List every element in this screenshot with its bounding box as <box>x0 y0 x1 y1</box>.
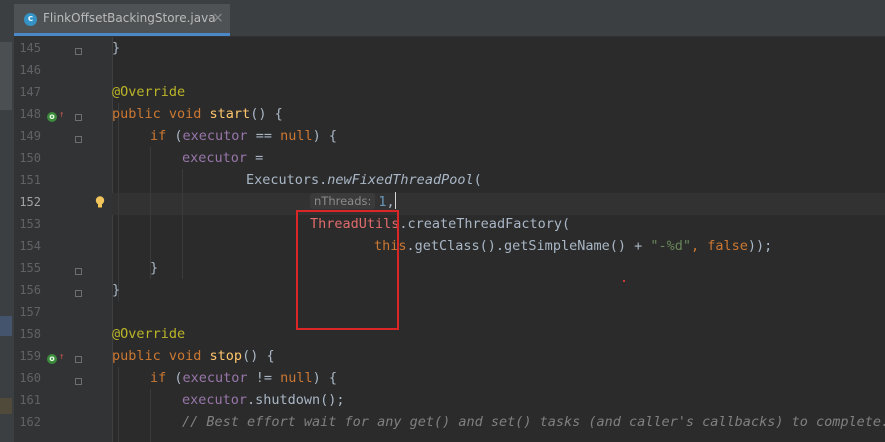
indent-guide <box>182 169 183 279</box>
code-line-151: Executors.newFixedThreadPool( <box>246 172 482 188</box>
line-number: 156 <box>19 283 41 297</box>
side-marker <box>0 42 12 110</box>
parameter-hint: nThreads: <box>310 193 376 209</box>
override-method-icon[interactable]: o <box>47 112 57 122</box>
line-number: 161 <box>19 393 41 407</box>
code-line-156: } <box>112 282 121 298</box>
side-marker <box>0 398 12 414</box>
code-line-160: if (executor != null) { <box>150 370 337 386</box>
fold-marker[interactable] <box>75 136 82 143</box>
line-number: 155 <box>19 261 41 275</box>
code-line-148: public void start() { <box>112 106 283 122</box>
line-number: 158 <box>19 327 41 341</box>
fold-marker[interactable] <box>75 356 82 363</box>
java-class-icon: c <box>24 13 37 26</box>
line-number: 157 <box>19 305 41 319</box>
code-line-155: } <box>150 260 159 276</box>
line-number: 152 <box>19 195 41 209</box>
line-number: 151 <box>19 173 41 187</box>
file-tab[interactable]: c FlinkOffsetBackingStore.java × <box>14 4 230 36</box>
line-number: 153 <box>19 217 41 231</box>
code-line-154: this.getClass().getSimpleName() + "-%d",… <box>374 238 773 254</box>
code-line-158: @Override <box>112 326 186 342</box>
override-arrow-icon: ↑ <box>59 110 65 120</box>
line-number: 145 <box>19 41 41 55</box>
line-number: 149 <box>19 129 41 143</box>
text-caret <box>394 192 396 209</box>
highlight-annotation-box <box>296 210 399 330</box>
code-editor[interactable]: } @Override public void start() { if (ex… <box>112 37 885 442</box>
fold-marker[interactable] <box>75 290 82 297</box>
side-marker <box>0 316 12 336</box>
line-number: 154 <box>19 239 41 253</box>
lightbulb-icon[interactable] <box>95 196 105 208</box>
line-number: 147 <box>19 85 41 99</box>
line-number: 162 <box>19 415 41 429</box>
fold-marker[interactable] <box>75 48 82 55</box>
code-line-159: public void stop() { <box>112 348 275 364</box>
line-number: 146 <box>19 63 41 77</box>
line-number: 159 <box>19 349 41 363</box>
code-line-145: } <box>112 40 121 56</box>
editor-gutter[interactable]: 145 146 147 148 149 150 151 152 153 154 155 156 157 1… <box>14 37 113 442</box>
file-tab-label: FlinkOffsetBackingStore.java <box>43 11 216 25</box>
indent-guide <box>118 367 119 442</box>
code-line-162: // Best effort wait for any get() and se… <box>182 414 885 430</box>
code-line-147: @Override <box>112 84 186 100</box>
override-arrow-icon: ↑ <box>59 352 65 362</box>
code-line-149: if (executor == null) { <box>150 128 337 144</box>
line-number: 148 <box>19 107 41 121</box>
code-line-161: executor.shutdown(); <box>182 392 345 408</box>
tool-window-strip <box>0 0 14 442</box>
override-method-icon[interactable]: o <box>47 354 57 364</box>
indent-guide <box>150 389 151 442</box>
fold-marker[interactable] <box>75 268 82 275</box>
indent-guide <box>118 103 119 301</box>
fold-marker[interactable] <box>75 378 82 385</box>
line-number: 160 <box>19 371 41 385</box>
annotation-dot <box>623 280 625 282</box>
code-line-150: executor = <box>182 150 264 166</box>
line-number: 150 <box>19 151 41 165</box>
close-icon[interactable]: × <box>212 4 224 33</box>
fold-marker[interactable] <box>75 114 82 121</box>
